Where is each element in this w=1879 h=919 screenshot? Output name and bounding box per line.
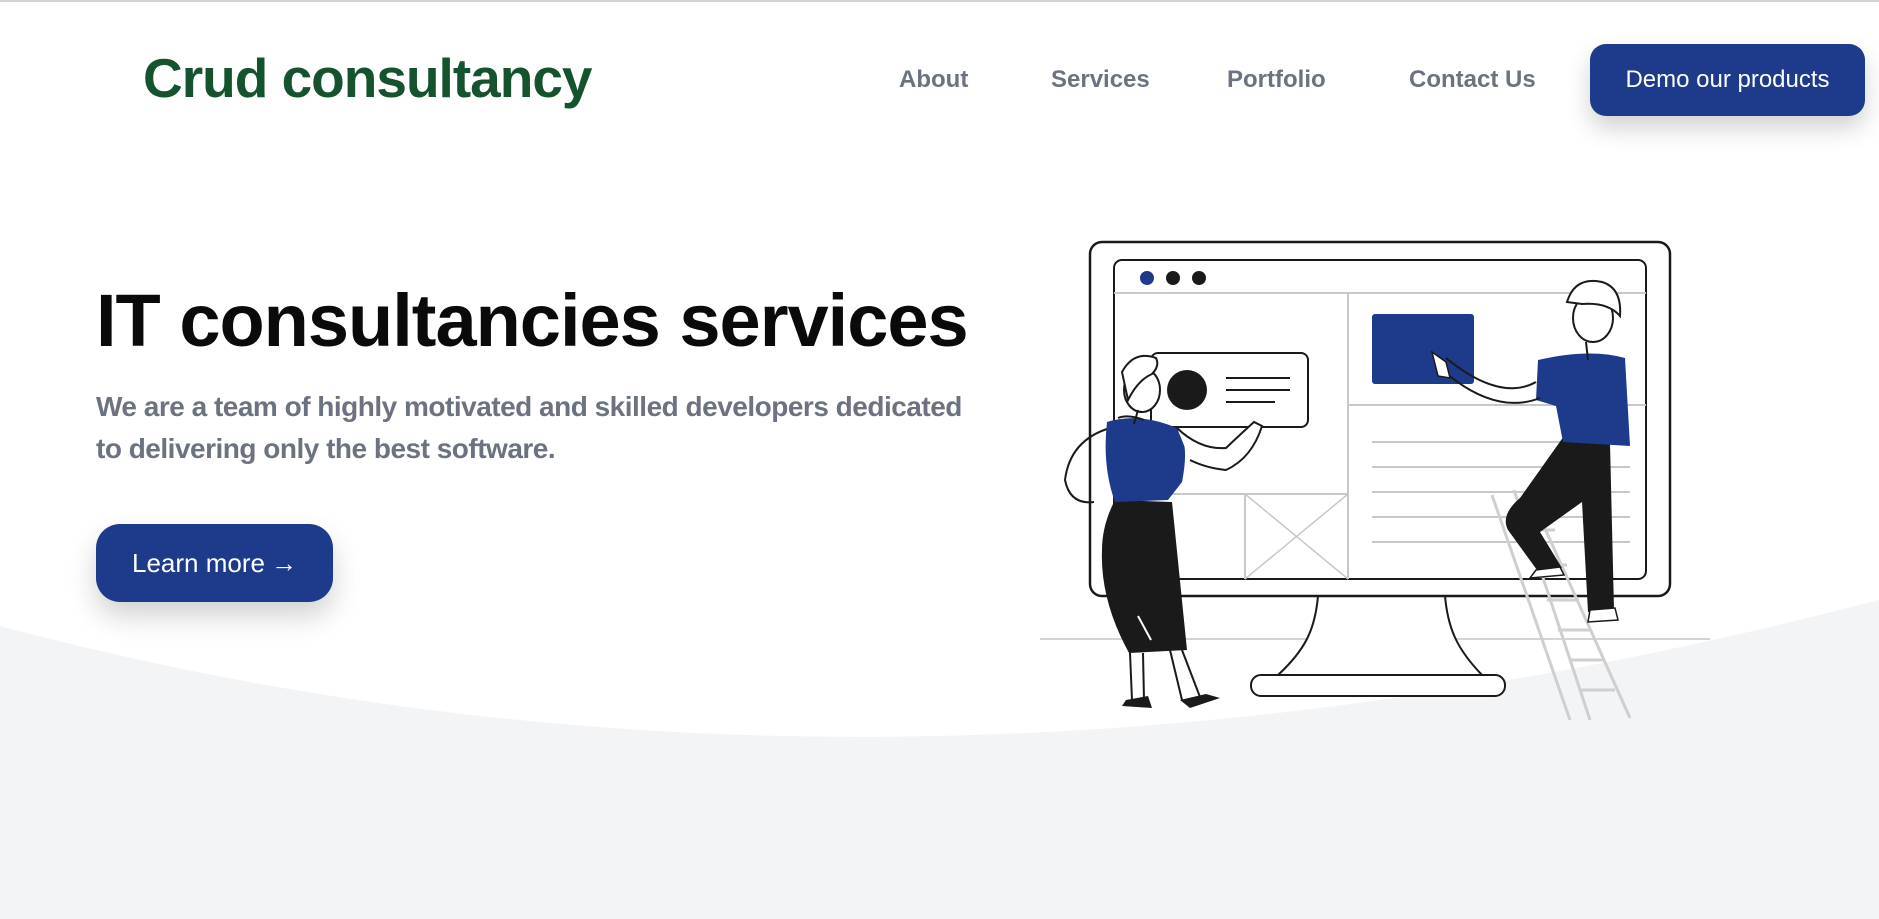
brand-logo[interactable]: Crud consultancy (143, 46, 593, 110)
nav-link-about[interactable]: About (899, 66, 968, 96)
landing-page: Crud consultancy About Services Portfoli… (0, 0, 1879, 919)
hero-title: IT consultancies services (96, 279, 969, 362)
nav-link-services[interactable]: Services (1051, 66, 1150, 96)
nav-link-portfolio[interactable]: Portfolio (1227, 66, 1326, 96)
learn-more-label: Learn more (132, 547, 265, 578)
team-website-illustration (1040, 240, 1710, 721)
hero-description: We are a team of highly motivated and sk… (96, 391, 962, 464)
learn-more-button[interactable]: Learn more → (96, 524, 333, 602)
arrow-right-icon: → (270, 547, 297, 578)
nav-link-contact-us[interactable]: Contact Us (1409, 66, 1536, 96)
demo-products-button[interactable]: Demo our products (1590, 44, 1865, 116)
